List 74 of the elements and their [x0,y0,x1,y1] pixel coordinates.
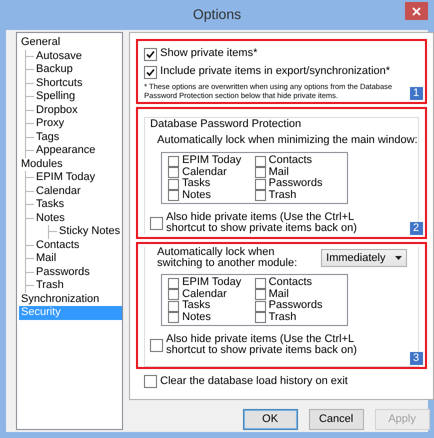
tree-item[interactable]: Notes [34,212,67,225]
tree-item[interactable]: EPIM Today [34,171,98,184]
tree-item[interactable]: Autosave [34,50,84,63]
tree-item[interactable]: Tags [34,130,62,144]
tree-item[interactable]: Contacts [34,238,82,252]
checkbox[interactable] [168,312,180,324]
checkbox[interactable] [254,278,266,289]
checkbox[interactable] [254,167,266,178]
tree-item[interactable]: Appearance [34,144,98,158]
checkbox[interactable] [254,156,266,167]
checkbox[interactable] [168,300,180,312]
checkbox[interactable] [150,339,164,352]
caret-icon [395,256,402,261]
checkbox-label[interactable]: Clear the database load history on exit [160,375,348,389]
number-badge: 1 [410,87,423,100]
tree-item[interactable]: Trash [34,279,66,292]
dialog-button[interactable]: OK [242,409,298,430]
checkbox[interactable] [168,190,180,202]
checkbox[interactable] [254,312,266,324]
checkbox-label[interactable]: Mail [268,288,289,300]
checkbox-label[interactable]: Notes [182,190,211,202]
tree-item[interactable]: Sticky Notes [57,225,122,238]
checkbox-label[interactable]: Tasks [182,178,210,190]
checkbox-label[interactable]: Include private items in export/synchronization* [160,65,390,79]
checkbox[interactable] [254,289,266,300]
checkbox[interactable] [144,48,158,60]
tree-item[interactable]: Proxy [34,117,66,130]
checkbox[interactable] [144,375,158,388]
checkbox-label[interactable]: EPIM Today [182,155,242,167]
checkbox-label[interactable]: Also hide private items (Use the Ctrl+L shortcut to show private items back on) [166,334,382,356]
checkbox[interactable] [168,156,180,167]
tree-item[interactable]: Mail [34,252,58,266]
checkbox-label[interactable]: Trash [268,190,296,202]
window-title: Options [192,6,242,22]
checkbox-label[interactable]: Also hide private items (Use the Ctrl+L shortcut to show private items back on) [166,212,382,234]
checkbox[interactable] [254,190,266,202]
checkbox-label[interactable]: Passwords [268,300,322,312]
dialog-button[interactable]: Cancel [308,409,364,430]
checkbox-label[interactable]: Trash [268,312,296,324]
tree-item[interactable]: Spelling [34,90,78,104]
checkbox[interactable] [168,289,180,300]
number-badge: 3 [410,352,423,366]
tree-item[interactable]: General [19,36,62,50]
checkbox-label[interactable]: Calendar [182,166,227,178]
close-button[interactable] [405,2,428,20]
checkbox-label[interactable]: Passwords [268,178,322,190]
checkbox[interactable] [144,66,158,78]
checkbox[interactable] [168,178,180,190]
dropdown[interactable]: Immediately [321,249,408,268]
tree-item[interactable]: Tasks [34,198,66,212]
number-badge: 2 [410,222,423,236]
checkbox-label[interactable]: Show private items* [160,47,258,61]
tree-item[interactable]: Passwords [34,266,92,279]
checkbox-label[interactable]: Contacts [268,277,312,289]
checkbox[interactable] [150,217,164,230]
tree-item[interactable]: Modules [19,158,65,171]
checkbox-label[interactable]: EPIM Today [182,277,242,289]
tree-item[interactable]: Calendar [34,184,83,198]
checkbox-label[interactable]: Mail [268,166,289,178]
tree-item[interactable]: Shortcuts [34,76,84,90]
section-label: Automatically lock when minimizing the main window: [157,134,418,148]
close-icon [412,6,421,16]
checkbox-label[interactable]: Contacts [268,155,312,167]
checkbox-label[interactable]: Notes [182,312,211,324]
tree-item[interactable]: Dropbox [34,104,80,117]
checkbox[interactable] [254,178,266,190]
tree-item[interactable]: Synchronization [19,292,102,306]
checkbox[interactable] [168,167,180,178]
checkbox[interactable] [168,278,180,289]
section-label: Automatically lock when switching to another module: [157,247,298,270]
tree-item[interactable]: Backup [34,63,75,76]
checkbox-label[interactable]: Tasks [182,300,210,312]
checkbox[interactable] [254,300,266,312]
checkbox-label[interactable]: Calendar [182,288,227,300]
